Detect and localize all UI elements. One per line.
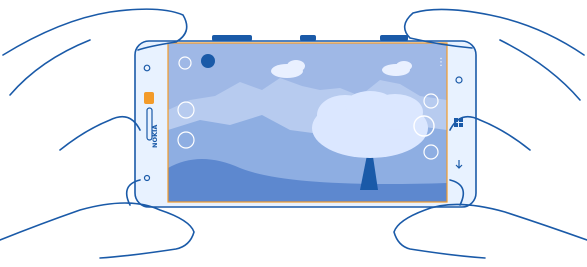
profile-avatar[interactable] (201, 54, 215, 68)
notification-light (144, 92, 154, 104)
phone-in-hands-illustration: NOKIA ⋮ (0, 8, 587, 259)
menu-dots-icon[interactable]: ⋮ (436, 57, 446, 68)
brand-logo: NOKIA (151, 125, 159, 148)
